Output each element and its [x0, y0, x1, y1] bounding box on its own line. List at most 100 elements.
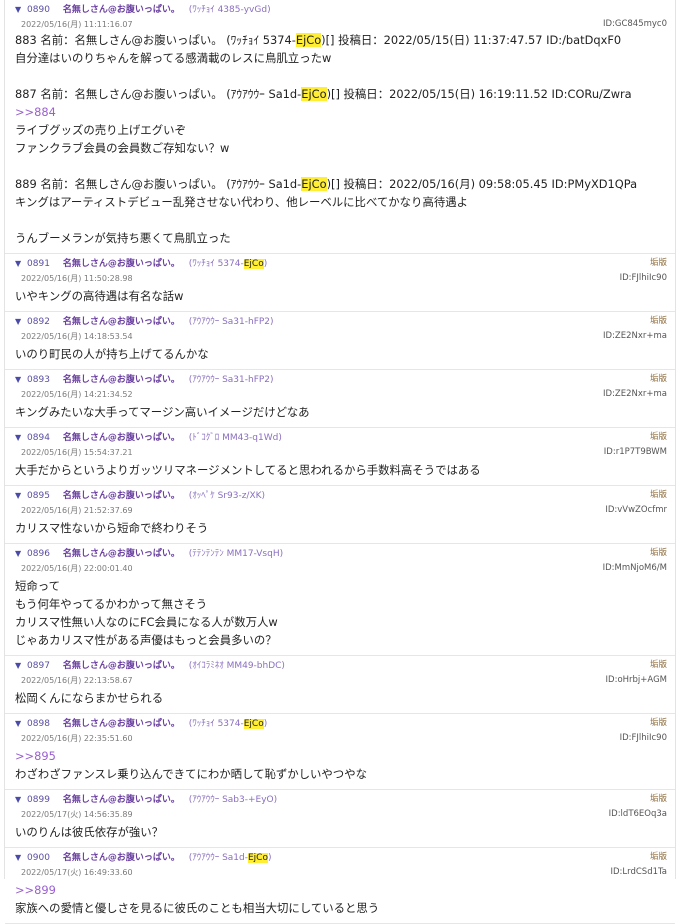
post-meta: 2022/05/16(月) 21:52:37.69 ID:vVwZOcfmr [15, 505, 667, 517]
report-button[interactable]: 垢版 [650, 373, 667, 386]
reply-anchor-link[interactable]: >>899 [15, 881, 667, 899]
user-id[interactable]: ID:FJlhiIc90 [620, 273, 667, 283]
report-button[interactable]: 垢版 [650, 659, 667, 672]
post-text-line [15, 157, 667, 175]
post-number[interactable]: 0894 [27, 433, 50, 443]
post-text-line [15, 211, 667, 229]
post-number[interactable]: 0898 [27, 719, 50, 729]
report-button[interactable]: 垢版 [650, 431, 667, 444]
report-button[interactable]: 垢版 [650, 489, 667, 502]
post-header: ▼ 0892 名無しさん@お腹いっぱい。 (ｱｳｱｳｳｰ Sa31-hFP2) … [15, 315, 667, 331]
user-id[interactable]: ID:MmNjoM6/M [603, 563, 667, 573]
poster-id-tag: (ﾃﾃﾝﾃﾝﾃﾝ MM17-VsqH) [188, 549, 284, 559]
report-button[interactable]: 垢版 [650, 717, 667, 730]
poster-name: 名無しさん@お腹いっぱい。 [62, 719, 180, 729]
poster-id-tag: (ﾜｯﾁｮｲ 4385-yvGd) [188, 5, 271, 15]
post-header: ▼ 0895 名無しさん@お腹いっぱい。 (ｵｯﾍﾟｹ Sr93-z/XK) 垢… [15, 489, 667, 505]
post: ▼ 0895 名無しさん@お腹いっぱい。 (ｵｯﾍﾟｹ Sr93-z/XK) 垢… [5, 486, 675, 544]
post-number[interactable]: 0897 [27, 661, 50, 671]
collapse-caret-icon[interactable]: ▼ [15, 491, 21, 500]
post-header: ▼ 0898 名無しさん@お腹いっぱい。 (ﾜｯﾁｮｲ 5374-EjCo) 垢… [15, 717, 667, 733]
report-button[interactable]: 垢版 [650, 547, 667, 560]
post-text-line: 自分達はいのりちゃんを解ってる感満載のレスに鳥肌立ったw [15, 51, 332, 65]
report-button[interactable]: 垢版 [650, 793, 667, 806]
post-text-line: いやキングの高待遇は有名な話w [15, 289, 184, 303]
post-number[interactable]: 0900 [27, 853, 50, 863]
user-id[interactable]: ID:ZE2Nxr+ma [603, 389, 667, 399]
collapse-caret-icon[interactable]: ▼ [15, 317, 21, 326]
reply-anchor-link[interactable]: >>895 [15, 747, 667, 765]
post-text-line: ライブグッズの売り上げエグいぞ [15, 123, 186, 137]
post-meta: 2022/05/16(月) 14:21:34.52 ID:ZE2Nxr+ma [15, 389, 667, 401]
report-button[interactable]: 垢版 [650, 257, 667, 270]
id-highlight: EjCo [243, 719, 264, 729]
collapse-caret-icon[interactable]: ▼ [15, 549, 21, 558]
user-id[interactable]: ID:FJlhiIc90 [620, 733, 667, 743]
id-highlight: EjCo [301, 177, 327, 191]
post-date: 2022/05/16(月) 14:21:34.52 [21, 390, 133, 399]
thread-container: ▼ 0890 名無しさん@お腹いっぱい。 (ﾜｯﾁｮｲ 4385-yvGd) 2… [4, 0, 676, 924]
id-highlight: EjCo [301, 87, 327, 101]
post-number[interactable]: 0893 [27, 375, 50, 385]
post-text-line: いのり町民の人が持ち上げてるんかな [15, 347, 209, 361]
post-number[interactable]: 0895 [27, 491, 50, 501]
post-meta: 2022/05/16(月) 15:54:37.21 ID:r1P7T9BWM [15, 447, 667, 459]
user-id[interactable]: ID:vVwZOcfmr [605, 505, 667, 515]
post-text-line: キングみたいな大手ってマージン高いイメージだけどなあ [15, 405, 310, 419]
user-id[interactable]: ID:oHrbj+AGM [606, 675, 667, 685]
user-id[interactable]: ID:GC845myc0 [603, 19, 667, 29]
post-number[interactable]: 0891 [27, 259, 50, 269]
collapse-caret-icon[interactable]: ▼ [15, 433, 21, 442]
post-text-line: じゃあカリスマ性がある声優はもっと会員多いの？ [15, 633, 277, 647]
post-meta: 2022/05/16(月) 11:50:28.98 ID:FJlhiIc90 [15, 273, 667, 285]
user-id[interactable]: ID:ZE2Nxr+ma [603, 331, 667, 341]
reply-anchor-link[interactable]: >>884 [15, 103, 667, 121]
post-text-line: 大手だからというよりガッツリマネージメントしてると思われるから手数料高そうではあ… [15, 463, 481, 477]
poster-name: 名無しさん@お腹いっぱい。 [62, 259, 180, 269]
report-button[interactable]: 垢版 [650, 315, 667, 328]
post-number[interactable]: 0896 [27, 549, 50, 559]
post-meta: 2022/05/16(月) 11:11:16.07 ID:GC845myc0 [15, 19, 667, 31]
post-text-line: もう何年やってるかわかって無さそう [15, 597, 208, 611]
post-date: 2022/05/17(火) 14:56:35.89 [21, 810, 133, 819]
user-id[interactable]: ID:r1P7T9BWM [604, 447, 667, 457]
post-text-line: いのりんは彼氏依存が強い？ [15, 825, 164, 839]
post-header: ▼ 0891 名無しさん@お腹いっぱい。 (ﾜｯﾁｮｲ 5374-EjCo) 垢… [15, 257, 667, 273]
post-date: 2022/05/16(月) 15:54:37.21 [21, 448, 133, 457]
id-highlight: EjCo [295, 33, 322, 47]
post-date: 2022/05/16(月) 14:18:53.54 [21, 332, 133, 341]
collapse-caret-icon[interactable]: ▼ [15, 5, 21, 14]
report-button[interactable]: 垢版 [650, 851, 667, 864]
post-body: 883 名前：名無しさん@お腹いっぱい。 (ﾜｯﾁｮｲ 5374-EjCo)[]… [15, 31, 667, 247]
poster-name: 名無しさん@お腹いっぱい。 [62, 317, 180, 327]
post-date: 2022/05/16(月) 11:11:16.07 [21, 20, 133, 29]
poster-id-tag: (ﾄﾞｺｸﾞﾛ MM43-q1Wd) [188, 433, 282, 443]
collapse-caret-icon[interactable]: ▼ [15, 795, 21, 804]
poster-name: 名無しさん@お腹いっぱい。 [62, 661, 180, 671]
post-body: >>895 わざわざファンスレ乗り込んできてにわか晒して恥ずかしいやつやな [15, 747, 667, 783]
post-number[interactable]: 0892 [27, 317, 50, 327]
collapse-caret-icon[interactable]: ▼ [15, 259, 21, 268]
post: ▼ 0890 名無しさん@お腹いっぱい。 (ﾜｯﾁｮｲ 4385-yvGd) 2… [5, 0, 675, 254]
collapse-caret-icon[interactable]: ▼ [15, 375, 21, 384]
poster-name: 名無しさん@お腹いっぱい。 [62, 491, 180, 501]
post-meta: 2022/05/16(月) 22:00:01.40 ID:MmNjoM6/M [15, 563, 667, 575]
post-body: いやキングの高待遇は有名な話w [15, 287, 667, 305]
user-id[interactable]: ID:ldT6EOq3a [609, 809, 667, 819]
collapse-caret-icon[interactable]: ▼ [15, 719, 21, 728]
poster-id-tag: (ｱｳｱｳｳｰ Sa31-hFP2) [188, 317, 274, 327]
post-number[interactable]: 0890 [27, 5, 50, 15]
collapse-caret-icon[interactable]: ▼ [15, 853, 21, 862]
post-text-line: 889 名前：名無しさん@お腹いっぱい。 (ｱｳｱｳｳｰ Sa1d-EjCo)[… [15, 177, 638, 191]
post-number[interactable]: 0899 [27, 795, 50, 805]
post-date: 2022/05/16(月) 21:52:37.69 [21, 506, 133, 515]
post-meta: 2022/05/17(火) 16:49:33.60 ID:LrdCSd1Ta [15, 867, 667, 879]
collapse-caret-icon[interactable]: ▼ [15, 661, 21, 670]
user-id[interactable]: ID:LrdCSd1Ta [610, 867, 667, 877]
post: ▼ 0897 名無しさん@お腹いっぱい。 (ｵｲｺﾗﾐﾈｵ MM49-bhDC)… [5, 656, 675, 714]
post-header: ▼ 0900 名無しさん@お腹いっぱい。 (ｱｳｱｳｳｰ Sa1d-EjCo) … [15, 851, 667, 867]
post-header: ▼ 0896 名無しさん@お腹いっぱい。 (ﾃﾃﾝﾃﾝﾃﾝ MM17-VsqH)… [15, 547, 667, 563]
post-meta: 2022/05/16(月) 14:18:53.54 ID:ZE2Nxr+ma [15, 331, 667, 343]
post: ▼ 0900 名無しさん@お腹いっぱい。 (ｱｳｱｳｳｰ Sa1d-EjCo) … [5, 848, 675, 924]
poster-id-tag: (ｱｳｱｳｳｰ Sa31-hFP2) [188, 375, 274, 385]
